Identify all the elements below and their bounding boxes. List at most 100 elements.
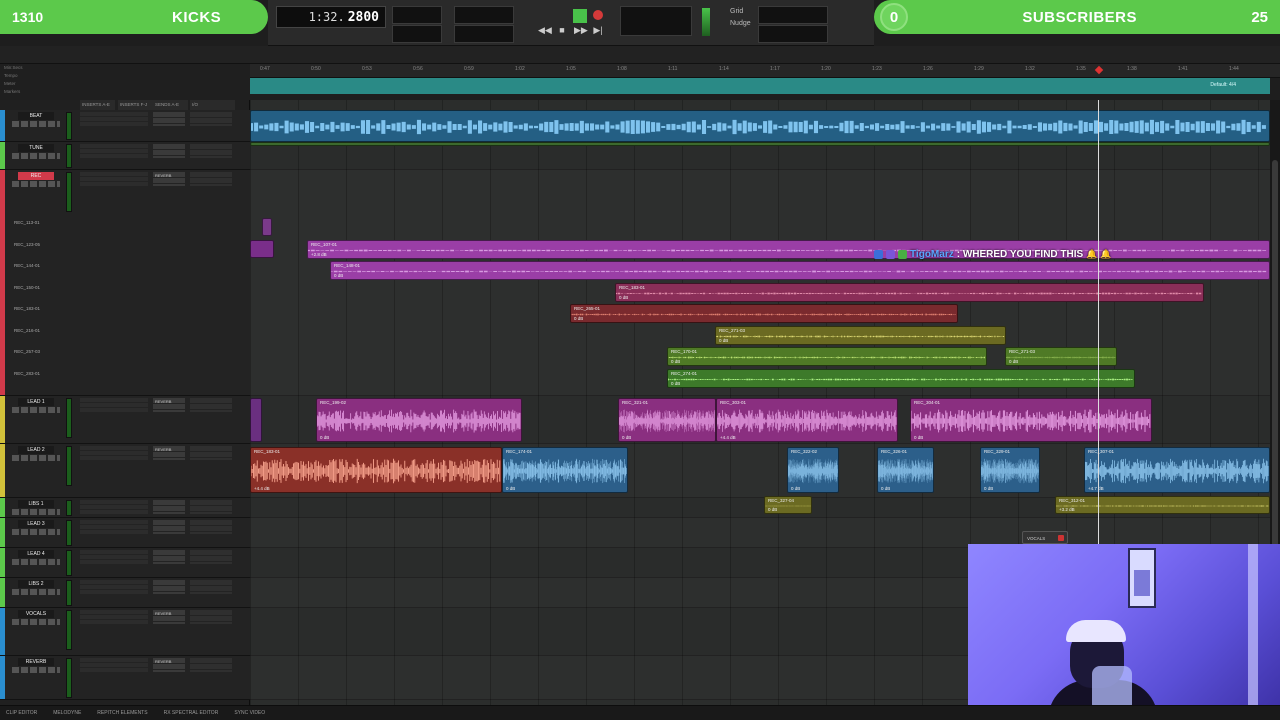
audio-clip-beat[interactable]	[250, 110, 1270, 142]
fast-forward-icon[interactable]: ▶▶	[574, 24, 588, 36]
audio-clip-small[interactable]	[262, 218, 272, 236]
audio-clip[interactable]: REC_322-02 0 dB	[787, 447, 839, 493]
audio-clip[interactable]: REC_321-01 0 dB	[618, 398, 716, 442]
track-header-lead-3[interactable]: LEAD 3	[0, 518, 250, 548]
track-sends[interactable]	[153, 144, 185, 158]
timeline-ruler[interactable]: 0:47 0:50 0:53 0:56 0:59 1:02 1:05 1:08 1:11 1:14…	[250, 64, 1280, 78]
track-record-solo-mute-buttons[interactable]	[12, 559, 60, 565]
selection-end-field[interactable]	[392, 25, 442, 43]
track-record-solo-mute-buttons[interactable]	[12, 529, 60, 535]
track-record-solo-mute-buttons[interactable]	[12, 153, 60, 159]
track-record-solo-mute-buttons[interactable]	[12, 589, 60, 595]
audio-clip[interactable]: REC_307-01 +4.7 dB	[1084, 447, 1270, 493]
track-header-vocals[interactable]: VOCALS REVERB	[0, 608, 250, 656]
track-inserts[interactable]	[80, 144, 148, 158]
track-name[interactable]: LEAD 3	[18, 520, 54, 528]
track-header-lead-1[interactable]: LEAD 1 REVERB	[0, 396, 250, 444]
track-record-solo-mute-buttons[interactable]	[12, 455, 60, 461]
track-name[interactable]: REC	[18, 172, 54, 180]
track-name[interactable]: REVERB	[18, 658, 54, 666]
track-name[interactable]: LEAD 4	[18, 550, 54, 558]
record-button[interactable]	[593, 10, 603, 20]
audio-clip[interactable]: REC_327-04 0 dB	[764, 496, 812, 514]
track-inserts[interactable]	[80, 580, 148, 594]
audio-clip[interactable]: REC_170-01 0 dB	[667, 347, 987, 366]
track-name[interactable]: BEAT	[18, 112, 54, 120]
audio-clip[interactable]: REC_304-01 0 dB	[910, 398, 1152, 442]
stop-icon[interactable]: ■	[556, 24, 568, 36]
track-inserts[interactable]	[80, 112, 148, 126]
track-io[interactable]	[190, 580, 232, 594]
track-io[interactable]	[190, 550, 232, 564]
audio-clip[interactable]: REC_271-03 0 dB	[715, 326, 1006, 345]
status-tab[interactable]: REPITCH ELEMENTS	[97, 710, 147, 716]
audio-clip[interactable]: REC_303-01 +4.4 dB	[716, 398, 898, 442]
tempo-meter-lane[interactable]: Default: 4/4	[250, 78, 1270, 94]
play-button[interactable]	[573, 9, 587, 23]
track-inserts[interactable]	[80, 398, 148, 412]
track-header-rec[interactable]: REC REVERB	[0, 170, 250, 396]
track-inserts[interactable]	[80, 172, 148, 186]
track-header-libs-1[interactable]: LIBS 1	[0, 498, 250, 518]
audio-clip-tune[interactable]	[250, 142, 1270, 146]
track-inserts[interactable]	[80, 658, 148, 672]
selection-start-field[interactable]	[392, 6, 442, 24]
audio-clip[interactable]: REC_312-01 +3.2 dB	[1055, 496, 1270, 514]
status-tab[interactable]: RX SPECTRAL EDITOR	[164, 710, 219, 716]
track-record-solo-mute-buttons[interactable]	[12, 509, 60, 515]
track-io[interactable]	[190, 112, 232, 126]
grid-value-field[interactable]	[758, 6, 828, 24]
track-lane[interactable]	[250, 142, 1270, 170]
go-to-end-icon[interactable]: ▶|	[592, 24, 604, 36]
track-inserts[interactable]	[80, 446, 148, 460]
audio-clip[interactable]: REC_199-02 0 dB	[316, 398, 522, 442]
audio-clip[interactable]: REC_326-01 0 dB	[877, 447, 934, 493]
status-tab[interactable]: CLIP EDITOR	[6, 710, 37, 716]
track-name[interactable]: TUNE	[18, 144, 54, 152]
track-header-lead-4[interactable]: LEAD 4	[0, 548, 250, 578]
track-header-beat[interactable]: BEAT	[0, 110, 250, 142]
track-inserts[interactable]	[80, 550, 148, 564]
status-tab[interactable]: MELODYNE	[53, 710, 81, 716]
track-sends[interactable]	[153, 520, 185, 534]
track-io[interactable]	[190, 658, 232, 672]
track-header-reverb[interactable]: REVERB REVERB	[0, 656, 250, 700]
length-selector[interactable]	[454, 25, 514, 43]
status-tab[interactable]: SYNC VIDEO	[234, 710, 265, 716]
track-record-solo-mute-buttons[interactable]	[12, 407, 60, 413]
track-header-lead-2[interactable]: LEAD 2 REVERB	[0, 444, 250, 498]
track-header-tune[interactable]: TUNE	[0, 142, 250, 170]
nudge-value-field[interactable]	[758, 25, 828, 43]
track-record-solo-mute-buttons[interactable]	[12, 181, 60, 187]
close-icon[interactable]	[1058, 535, 1064, 541]
audio-clip[interactable]: REC_174-01 0 dB	[502, 447, 628, 493]
audio-clip[interactable]: REC_148-01 0 dB	[330, 261, 1270, 280]
track-io[interactable]	[190, 446, 232, 460]
audio-clip[interactable]: REC_183-01 +4.4 dB	[250, 447, 502, 493]
audio-clip[interactable]: REC_271-03 0 dB	[1005, 347, 1117, 366]
track-record-solo-mute-buttons[interactable]	[12, 667, 60, 673]
track-sends[interactable]	[153, 550, 185, 564]
track-sends[interactable]	[153, 112, 185, 126]
track-io[interactable]	[190, 398, 232, 412]
track-io[interactable]	[190, 520, 232, 534]
track-name[interactable]: LIBS 2	[18, 580, 54, 588]
track-inserts[interactable]	[80, 520, 148, 534]
audio-clip[interactable]: REC_265-01 0 dB	[570, 304, 958, 323]
track-name[interactable]: VOCALS	[18, 610, 54, 618]
audio-clip[interactable]: REC_107-01 +2.8 dB	[307, 240, 1270, 259]
track-inserts[interactable]	[80, 610, 148, 624]
track-name[interactable]: LIBS 1	[18, 500, 54, 508]
track-io[interactable]	[190, 144, 232, 158]
track-inserts[interactable]	[80, 500, 148, 514]
mode-selector[interactable]	[454, 6, 514, 24]
track-header-libs-2[interactable]: LIBS 2	[0, 578, 250, 608]
track-io[interactable]	[190, 172, 232, 186]
track-record-solo-mute-buttons[interactable]	[12, 619, 60, 625]
audio-clip[interactable]: REC_183-01 0 dB	[615, 283, 1204, 302]
track-name[interactable]: LEAD 2	[18, 446, 54, 454]
audio-clip[interactable]: REC_274-01 0 dB	[667, 369, 1135, 388]
track-sends[interactable]	[153, 580, 185, 594]
track-sends[interactable]	[153, 500, 185, 514]
track-io[interactable]	[190, 500, 232, 514]
